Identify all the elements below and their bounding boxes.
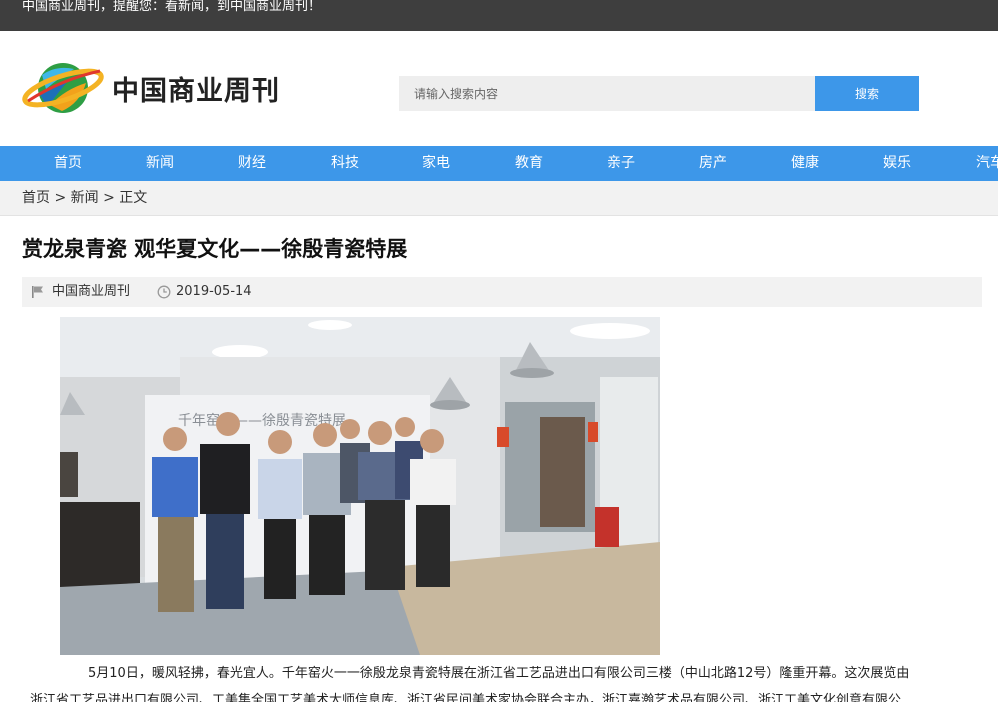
breadcrumb-bar: 首页 > 新闻 > 正文: [0, 181, 998, 216]
article-source: 中国商业周刊: [52, 284, 131, 299]
nav-item-realestate[interactable]: 房产: [699, 146, 727, 181]
nav-item-news[interactable]: 新闻: [146, 146, 174, 181]
article-paragraph: 5月10日，暖风轻拂，春光宜人。千年窑火一一徐殷龙泉青瓷特展在浙江省工艺品进出口…: [88, 666, 910, 681]
breadcrumb-current: 正文: [119, 190, 148, 206]
nav-item-appliance[interactable]: 家电: [422, 146, 450, 181]
nav-item-education[interactable]: 教育: [515, 146, 543, 181]
article-paragraph: 浙江省工艺品进出口有限公司、工美集全国工艺美术大师信息库、浙江省民间美术家协会联…: [30, 693, 902, 702]
site-logo[interactable]: 中国商业周刊: [22, 59, 282, 117]
nav-item-parenting[interactable]: 亲子: [607, 146, 635, 181]
clock-icon: [157, 285, 171, 299]
article-title: 赏龙泉青瓷 观华夏文化——徐殷青瓷特展: [22, 237, 408, 261]
logo-text: 中国商业周刊: [112, 76, 280, 107]
breadcrumb-separator: >: [98, 190, 120, 206]
article-photo: 千年窑火——徐殷青瓷特展: [60, 317, 660, 655]
nav-item-tech[interactable]: 科技: [331, 146, 359, 181]
flag-icon: [32, 286, 43, 298]
main-nav: 首页 新闻 财经 科技 家电 教育 亲子 房产 健康 娱乐 汽车: [0, 146, 998, 181]
logo-globe-icon: [22, 63, 104, 113]
nav-item-health[interactable]: 健康: [791, 146, 819, 181]
site-header: 中国商业周刊 搜索: [0, 31, 998, 146]
nav-item-finance[interactable]: 财经: [238, 146, 266, 181]
search-input[interactable]: [399, 76, 815, 111]
breadcrumb-news-link[interactable]: 新闻: [71, 190, 99, 206]
article-meta-bar: 中国商业周刊 2019-05-14: [22, 277, 982, 307]
nav-item-entertainment[interactable]: 娱乐: [883, 146, 911, 181]
breadcrumb-separator: >: [50, 190, 71, 206]
article-date: 2019-05-14: [176, 284, 252, 299]
top-notice-text: 中国商业周刊，提醒您：看新闻，到中国商业周刊！: [22, 0, 322, 14]
nav-item-home[interactable]: 首页: [54, 146, 82, 181]
top-notice-bar: 中国商业周刊，提醒您：看新闻，到中国商业周刊！: [0, 0, 998, 31]
breadcrumb-home-link[interactable]: 首页: [22, 190, 50, 206]
nav-item-auto[interactable]: 汽车: [976, 146, 998, 181]
exhibition-group-photo: 千年窑火——徐殷青瓷特展: [60, 317, 660, 655]
breadcrumb: 首页 > 新闻 > 正文: [22, 181, 147, 216]
search-button[interactable]: 搜索: [815, 76, 919, 111]
